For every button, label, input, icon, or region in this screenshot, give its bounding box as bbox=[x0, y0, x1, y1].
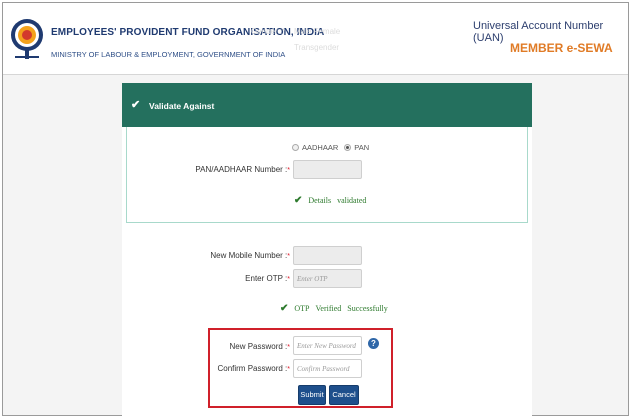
ghost-transgender: Transgender bbox=[294, 43, 340, 52]
mobile-label: New Mobile Number :* bbox=[182, 251, 290, 260]
radio-pan-label: PAN bbox=[354, 143, 370, 152]
otp-label: Enter OTP :* bbox=[182, 274, 290, 283]
required-mark: * bbox=[287, 366, 290, 373]
ghost-gender-options: Male Female bbox=[294, 27, 341, 36]
details-validated-status: ✔ Details validated bbox=[294, 195, 366, 206]
otp-text: OTP bbox=[294, 304, 310, 313]
radio-aadhaar-label: AADHAAR bbox=[302, 143, 339, 152]
required-mark: * bbox=[287, 253, 290, 260]
validated-text: validated bbox=[337, 196, 367, 205]
confirm-password-label-text: Confirm Password : bbox=[217, 364, 288, 373]
otp-label-text: Enter OTP : bbox=[245, 274, 288, 283]
validate-title: Validate Against bbox=[149, 101, 215, 111]
epfo-logo-icon bbox=[11, 19, 43, 59]
required-mark: * bbox=[287, 276, 290, 283]
portal-name: MEMBER e-SEWA bbox=[510, 41, 613, 55]
cancel-button[interactable]: Cancel bbox=[329, 385, 359, 405]
new-password-input[interactable]: Enter New Password bbox=[293, 336, 362, 355]
pan-aadhaar-label: PAN/AADHAAR Number :* bbox=[182, 165, 290, 174]
check-icon: ✔ bbox=[131, 99, 141, 111]
radio-pan[interactable] bbox=[344, 144, 352, 151]
otp-check-icon: ✔ bbox=[280, 303, 289, 314]
successfully-text: Successfully bbox=[347, 304, 388, 313]
validate-header: ✔ Validate Against bbox=[122, 83, 532, 127]
radio-aadhaar[interactable] bbox=[292, 144, 299, 151]
confirm-password-label: Confirm Password :* bbox=[182, 364, 290, 373]
success-check-icon: ✔ bbox=[294, 195, 303, 206]
ghost-gender-label: Gender :* bbox=[251, 27, 286, 36]
mobile-label-text: New Mobile Number : bbox=[210, 251, 288, 260]
details-text: Details bbox=[308, 196, 332, 205]
password-help-icon[interactable]: ? bbox=[368, 338, 379, 349]
otp-input[interactable]: Enter OTP bbox=[293, 269, 362, 288]
mobile-input[interactable] bbox=[293, 246, 362, 265]
required-mark: * bbox=[287, 167, 290, 174]
required-mark: * bbox=[287, 344, 290, 351]
new-password-label-text: New Password : bbox=[229, 342, 288, 351]
ministry-name: MINISTRY OF LABOUR & EMPLOYMENT, GOVERNM… bbox=[51, 50, 286, 59]
pan-aadhaar-input[interactable] bbox=[293, 160, 362, 179]
otp-verified-status: ✔ OTP Verified Successfully bbox=[280, 303, 388, 314]
site-header: EMPLOYEES' PROVIDENT FUND ORGANISATION, … bbox=[3, 3, 628, 75]
new-password-label: New Password :* bbox=[182, 342, 290, 351]
page-frame: EMPLOYEES' PROVIDENT FUND ORGANISATION, … bbox=[2, 2, 629, 417]
id-type-radio-group: AADHAAR PAN bbox=[292, 143, 369, 152]
pan-aadhaar-label-text: PAN/AADHAAR Number : bbox=[195, 165, 288, 174]
verified-text: Verified bbox=[315, 304, 342, 313]
activation-panel: ✔ Validate Against AADHAAR PAN PAN/AADHA… bbox=[122, 83, 532, 417]
submit-button[interactable]: Submit bbox=[298, 385, 326, 405]
confirm-password-input[interactable]: Confirm Password bbox=[293, 359, 362, 378]
